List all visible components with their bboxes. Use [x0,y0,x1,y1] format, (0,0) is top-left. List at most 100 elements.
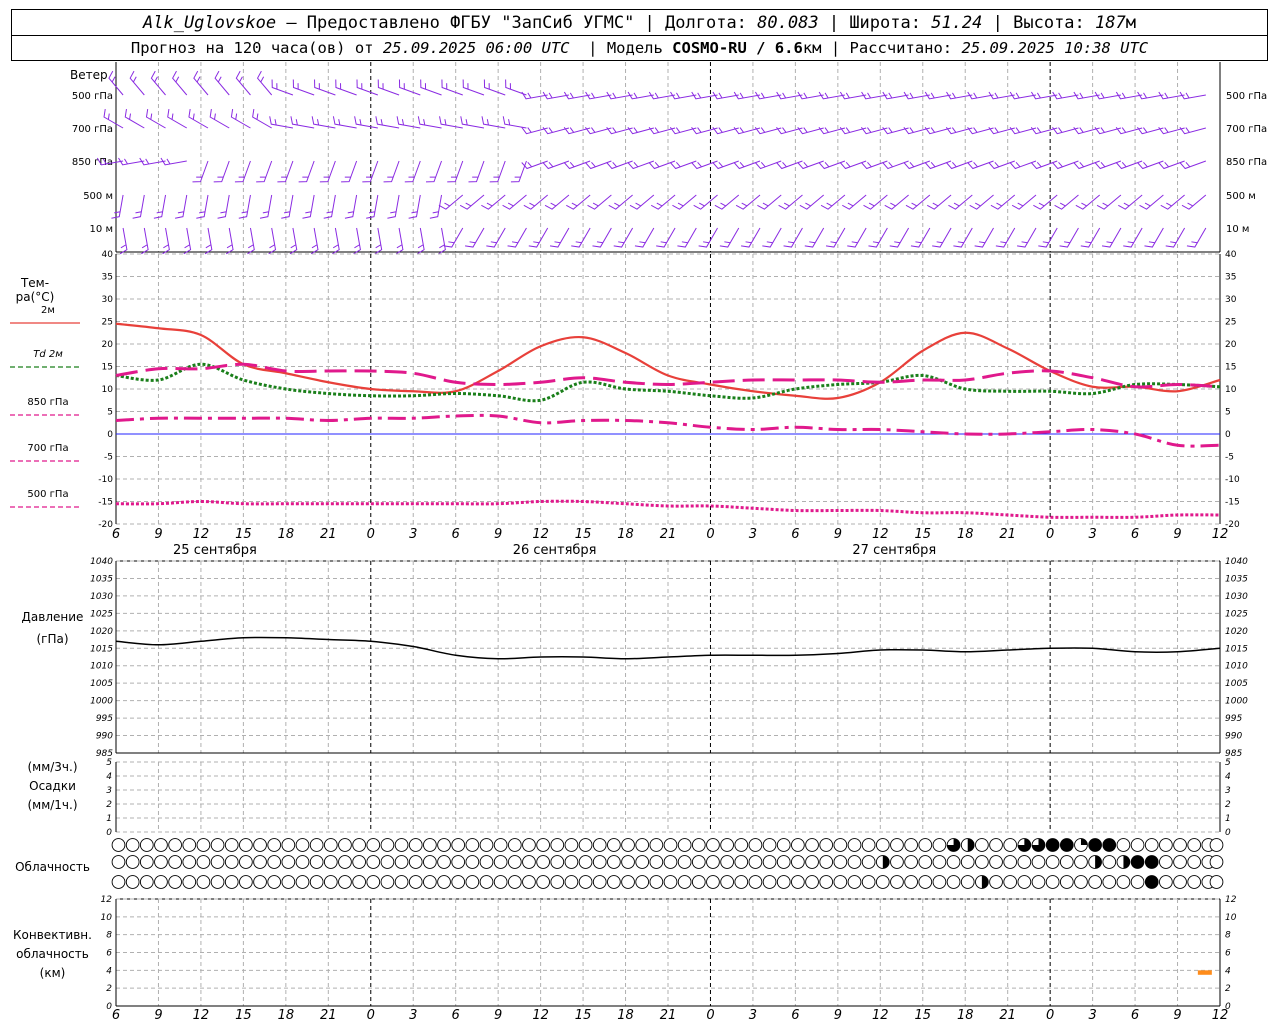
cloud-cell [861,875,876,889]
wind-barb [196,194,209,219]
wind-barb [1101,227,1122,248]
wind-barb [438,194,464,210]
wind-barb [587,194,612,210]
conv-ytick-left: 2 [106,984,112,994]
cloud-cell [1209,838,1224,852]
wind-barb [383,160,400,183]
cloud-cell [479,838,494,852]
wind-barb [209,109,230,129]
day-label: 27 сентября [852,543,936,558]
time-tick-label: 21 [999,527,1016,542]
pressure-ytick-left: 1015 [90,644,113,654]
cloud-cell [465,855,480,869]
time-tick-label: 0 [367,527,375,542]
wind-barb [247,227,255,255]
wind-level-label: 10 м [90,224,113,235]
wind-barb [712,160,739,170]
cloud-cell [932,875,947,889]
cloud-cell [437,875,451,889]
wind-barb [1011,194,1037,210]
wind-barb [825,227,846,248]
cloud-cell [748,855,763,869]
time-tick-label-bottom: 15 [914,1008,931,1023]
time-tick-label: 6 [112,527,120,542]
cloud-cell [706,875,720,889]
temp-legend-label: 500 гПа [27,489,68,500]
wind-barb [672,194,697,210]
wind-barb [259,194,273,219]
pressure-ytick-right: 1040 [1225,557,1248,567]
time-tick-label-bottom: 6 [452,1008,460,1023]
wind-barb [648,160,676,170]
cloud-fill [1131,855,1144,869]
time-tick-label: 0 [706,527,714,542]
wind-barb [387,194,400,219]
temp-ytick-right: 15 [1225,363,1236,373]
cloud-cell [1031,875,1046,889]
cloud-cell [819,875,834,889]
cloud-cell [408,855,423,869]
wind-barb [1123,227,1143,248]
cloud-cell [578,838,593,852]
precip-ytick-right: 3 [1225,786,1231,796]
cloud-cell [239,875,253,889]
pressure-ytick-right: 1005 [1225,679,1248,689]
wind-barb [1181,194,1207,210]
cloud-cell [281,838,296,852]
time-tick-label-bottom: 12 [1212,1008,1229,1023]
wind-barb [910,227,931,248]
wind-barb [549,227,570,248]
wind-barb [839,160,867,170]
wind-barb [462,79,485,96]
cloud-cell [720,838,734,852]
wind-barb [1080,227,1101,248]
wind-barb [408,194,421,219]
cloud-cell [139,875,154,889]
wind-barb [1030,160,1058,170]
cloud-cell [380,838,395,852]
cloud-cell [592,838,607,852]
wind-barb [332,116,357,129]
wind-barb [868,227,888,248]
cloud-fill [1046,838,1060,852]
cloud-cell [578,855,593,869]
cloud-cell [833,875,848,889]
wind-barb [268,227,277,255]
cloud-cell [1130,875,1145,889]
wind-barb [842,194,867,210]
cloud-cell [125,838,140,852]
pressure-ytick-left: 1030 [90,592,113,602]
wind-barb [861,160,888,170]
time-tick-label-bottom: 12 [532,1008,549,1023]
wind-barb [175,194,188,219]
temp-ytick-left: 0 [107,430,113,440]
wind-barb [629,194,655,210]
cloud-cell [706,838,720,852]
cloud-cell [224,875,239,889]
temp-ytick-right: 20 [1225,340,1237,350]
temp-ytick-left: 25 [102,318,113,328]
cloud-cell [1173,875,1187,889]
temp-ytick-right: 5 [1225,408,1231,418]
wind-barb [634,227,655,248]
wind-barb [1160,194,1185,210]
cloud-cell [649,855,664,869]
wind-barb [429,194,443,219]
wind-barb [818,160,846,170]
conv-ytick-right: 4 [1225,966,1231,976]
wind-barb [1115,160,1143,170]
cloud-cell [607,855,621,869]
time-tick-label-bottom: 12 [872,1008,889,1023]
wind-barb [542,160,570,170]
cloud-cell [946,875,961,889]
cloud-cell [408,838,423,852]
pressure-ytick-left: 1000 [90,697,113,707]
wind-barb [1179,160,1207,170]
cloud-cell [578,875,593,889]
wind-barb [799,194,825,210]
cloud-cell [1045,855,1060,869]
cloud-cell [267,875,282,889]
time-tick-label: 15 [235,527,252,542]
time-tick-label-bottom: 18 [278,1008,295,1023]
wind-barb [395,227,404,255]
